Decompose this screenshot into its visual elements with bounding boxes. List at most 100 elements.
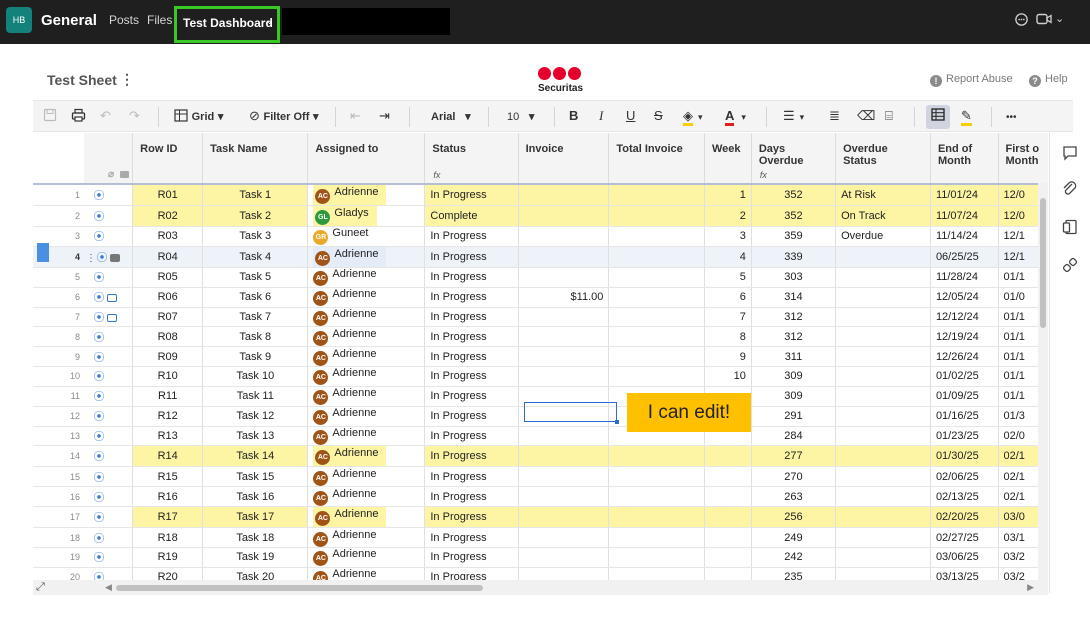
cell-row-id[interactable]: R03 (132, 226, 204, 247)
cell-row-id[interactable]: R13 (132, 426, 204, 447)
col-header-total-invoice[interactable]: Total Invoice (608, 133, 705, 185)
cell-status[interactable]: In Progress (424, 567, 519, 580)
cell-assigned-to[interactable]: AC Adrienne (307, 486, 426, 508)
row-number[interactable]: 1 (33, 184, 84, 206)
cell-status[interactable]: In Progress (424, 246, 519, 268)
cell-end-of-month[interactable]: 12/12/24 (930, 307, 999, 328)
cell-end-of-month[interactable]: 02/27/25 (930, 527, 999, 548)
cell-end-of-month[interactable]: 02/13/25 (930, 486, 999, 508)
cell-status[interactable]: In Progress (424, 366, 519, 387)
cell-task-name[interactable]: Task 12 (202, 406, 309, 427)
cell-assigned-to[interactable]: AC Adrienne (307, 366, 426, 387)
cell-assigned-to[interactable]: AC Adrienne (307, 527, 426, 548)
cell-task-name[interactable]: Task 20 (202, 567, 309, 580)
table-row[interactable]: 14 ⦿ R14 Task 14 AC Adrienne In Progress 277 01/… (33, 445, 1048, 468)
grid-view-button[interactable]: Grid ▾ (174, 108, 223, 125)
col-header-first-of-month[interactable]: First o Month (998, 133, 1048, 185)
cell-assigned-to[interactable]: AC Adrienne (307, 346, 426, 368)
cell-assigned-to[interactable]: GL Gladys (307, 205, 426, 227)
cell-task-name[interactable]: Task 14 (202, 445, 309, 468)
cell-task-name[interactable]: Task 6 (202, 287, 309, 308)
cell-days-overdue[interactable]: 303 (751, 267, 837, 288)
cell-total-invoice[interactable] (608, 307, 705, 328)
cell-total-invoice[interactable] (608, 506, 705, 529)
row-number[interactable]: 9 (33, 346, 84, 368)
cell-invoice[interactable] (518, 246, 610, 268)
cell-days-overdue[interactable]: 277 (751, 445, 837, 468)
cell-overdue-status[interactable] (835, 287, 931, 308)
cell-status[interactable]: In Progress (424, 445, 519, 468)
cell-row-id[interactable]: R16 (132, 486, 204, 508)
cell-invoice[interactable]: $11.00 (518, 287, 610, 308)
attachment-icon[interactable]: ⦿ (93, 349, 105, 365)
scroll-left-icon[interactable]: ◀ (105, 582, 112, 593)
cell-week[interactable] (704, 466, 752, 488)
cell-assigned-to[interactable]: AC Adrienne (307, 406, 426, 427)
gridlines-icon[interactable] (931, 108, 945, 125)
cell-status[interactable]: In Progress (424, 426, 519, 447)
cell-week[interactable]: 4 (704, 246, 752, 268)
table-row[interactable]: 3 ⦿ R03 Task 3 GR Guneet In Progress 3 359 Overdu… (33, 226, 1048, 247)
cell-week[interactable]: 10 (704, 366, 752, 387)
sheet-title[interactable]: Test Sheet (47, 72, 117, 88)
video-icon[interactable] (1036, 12, 1052, 29)
tab-files[interactable]: Files (147, 13, 172, 27)
fill-color-button[interactable]: ◈ ▾ (683, 108, 703, 126)
cell-task-name[interactable]: Task 17 (202, 506, 309, 529)
cell-overdue-status[interactable]: At Risk (835, 184, 931, 206)
col-header-status[interactable]: Status fx (424, 133, 519, 185)
cell-days-overdue[interactable]: 249 (751, 527, 837, 548)
cell-status[interactable]: In Progress (424, 527, 519, 548)
cell-invoice[interactable] (518, 466, 610, 488)
cell-overdue-status[interactable] (835, 346, 931, 368)
cell-end-of-month[interactable]: 11/01/24 (930, 184, 999, 206)
table-row[interactable]: 15 ⦿ R15 Task 15 AC Adrienne In Progress 270 02/… (33, 466, 1048, 488)
cell-days-overdue[interactable]: 309 (751, 366, 837, 387)
table-row[interactable]: 4 ⋮⦿ R04 Task 4 AC Adrienne In Progress 4 339 06/… (33, 246, 1048, 268)
cell-days-overdue[interactable]: 311 (751, 346, 837, 368)
cell-assigned-to[interactable]: AC Adrienne (307, 307, 426, 328)
cell-row-id[interactable]: R12 (132, 406, 204, 427)
row-gutter[interactable]: ⦿ (84, 426, 134, 447)
row-number[interactable]: 19 (33, 547, 84, 568)
cell-task-name[interactable]: Task 5 (202, 267, 309, 288)
cell-total-invoice[interactable] (608, 445, 705, 468)
cell-row-id[interactable]: R08 (132, 326, 204, 348)
row-number[interactable]: 5 (33, 267, 84, 288)
row-gutter[interactable]: ⦿ (84, 527, 134, 548)
cell-task-name[interactable]: Task 19 (202, 547, 309, 568)
cell-week[interactable]: 1 (704, 184, 752, 206)
cell-row-id[interactable]: R04 (132, 246, 204, 268)
cell-total-invoice[interactable] (608, 287, 705, 308)
cell-status[interactable]: In Progress (424, 226, 519, 247)
cell-end-of-month[interactable]: 01/23/25 (930, 426, 999, 447)
font-size-select[interactable]: 10 ▾ (507, 108, 534, 125)
cell-days-overdue[interactable]: 352 (751, 205, 837, 227)
cell-task-name[interactable]: Task 4 (202, 246, 309, 268)
cell-invoice[interactable] (518, 226, 610, 247)
col-header-task-name[interactable]: Task Name (202, 133, 309, 185)
cell-week[interactable] (704, 506, 752, 529)
attachment-icon[interactable]: ⦿ (93, 187, 105, 203)
row-number[interactable]: 8 (33, 326, 84, 348)
attachment-icon[interactable]: ⦿ (93, 549, 105, 565)
cell-days-overdue[interactable]: 359 (751, 226, 837, 247)
cell-total-invoice[interactable] (608, 226, 705, 247)
cell-row-id[interactable]: R18 (132, 527, 204, 548)
cell-overdue-status[interactable] (835, 445, 931, 468)
cell-end-of-month[interactable]: 02/20/25 (930, 506, 999, 529)
cell-overdue-status[interactable] (835, 366, 931, 387)
horizontal-scrollbar[interactable]: ⤢ ◀ ▶ (33, 580, 1048, 595)
table-row[interactable]: 1 ⦿ R01 Task 1 AC Adrienne In Progress 1 352 At R… (33, 184, 1048, 206)
cell-row-id[interactable]: R11 (132, 386, 204, 407)
proofing-panel-icon[interactable] (1062, 219, 1078, 241)
cell-status[interactable]: In Progress (424, 486, 519, 508)
cell-days-overdue[interactable]: 312 (751, 326, 837, 348)
vertical-scroll-thumb[interactable] (1040, 198, 1046, 328)
cell-overdue-status[interactable] (835, 267, 931, 288)
col-header-row-id[interactable]: Row ID (132, 133, 204, 185)
row-number[interactable]: 17 (33, 506, 84, 529)
cell-week[interactable]: 7 (704, 307, 752, 328)
cell-task-name[interactable]: Task 2 (202, 205, 309, 227)
cell-days-overdue[interactable]: 263 (751, 486, 837, 508)
